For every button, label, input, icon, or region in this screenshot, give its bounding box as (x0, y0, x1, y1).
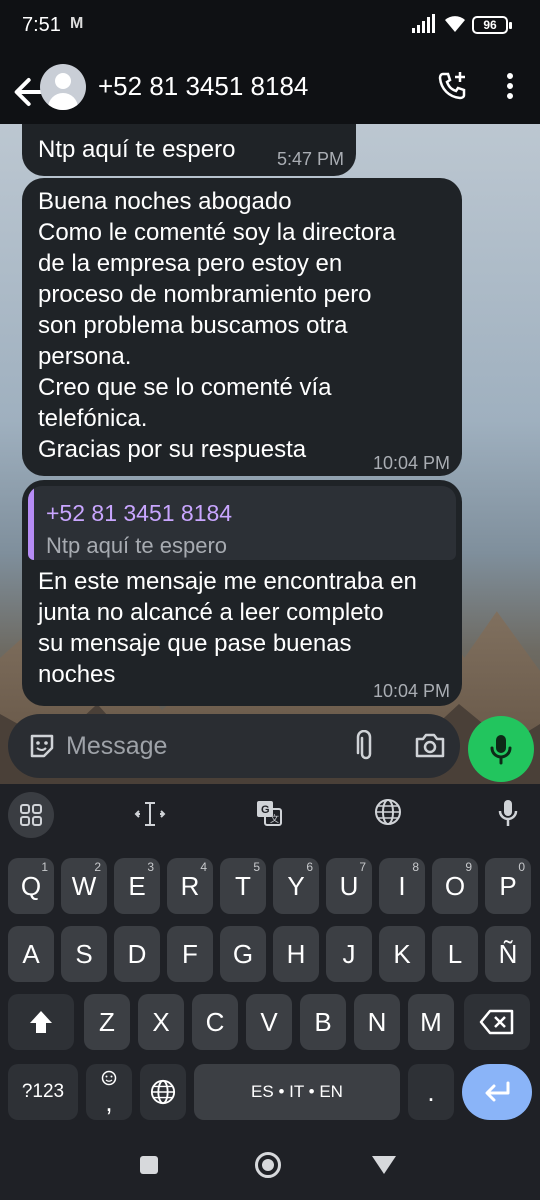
period-key[interactable]: . (408, 1064, 454, 1120)
contact-name[interactable]: +52 81 3451 8184 (98, 71, 308, 102)
message-bubble[interactable]: +52 81 3451 8184 Ntp aquí te espero En e… (22, 480, 462, 706)
microphone-icon (490, 735, 512, 765)
key-a[interactable]: A (8, 926, 54, 982)
keyboard-toolbar: G 文 (0, 784, 540, 844)
key-n[interactable]: N (354, 994, 400, 1050)
key-k[interactable]: K (379, 926, 425, 982)
key-g[interactable]: G (220, 926, 266, 982)
key-i[interactable]: I8 (379, 858, 425, 914)
backspace-icon (479, 1009, 514, 1035)
keyboard: G 文 Q1 W2 E3 R4 T5 Y6 U7 I8 O9 P0 A S D … (0, 784, 540, 1146)
voice-typing-icon[interactable] (496, 798, 520, 828)
quote-sender: +52 81 3451 8184 (46, 500, 233, 526)
key-c[interactable]: C (192, 994, 238, 1050)
quote-accent-bar (28, 486, 34, 560)
key-w[interactable]: W2 (61, 858, 107, 914)
key-u[interactable]: U7 (326, 858, 372, 914)
avatar[interactable] (40, 64, 86, 110)
signal-icon (412, 14, 435, 33)
message-bubble[interactable]: Ntp aquí te espero 5:47 PM (22, 124, 356, 176)
message-text: Ntp aquí te espero (38, 136, 236, 163)
gmail-icon: M (70, 15, 84, 32)
key-h[interactable]: H (273, 926, 319, 982)
message-text: Buena noches abogado Como le comenté soy… (38, 188, 396, 463)
key-q[interactable]: Q1 (8, 858, 54, 914)
key-v[interactable]: V (246, 994, 292, 1050)
translate-icon[interactable]: G 文 (254, 798, 284, 828)
symbols-key[interactable]: ?123 (8, 1064, 78, 1120)
key-j[interactable]: J (326, 926, 372, 982)
add-call-icon[interactable] (436, 70, 468, 102)
camera-icon[interactable] (414, 730, 446, 760)
key-o[interactable]: O9 (432, 858, 478, 914)
key-s[interactable]: S (61, 926, 107, 982)
status-time: 7:51 (22, 14, 61, 36)
conversation-header: +52 81 3451 8184 (0, 52, 540, 124)
key-e[interactable]: E3 (114, 858, 160, 914)
key-m[interactable]: M (408, 994, 454, 1050)
svg-text:G: G (261, 804, 270, 816)
attach-icon[interactable] (352, 730, 380, 762)
recents-button[interactable] (140, 1156, 158, 1174)
navigation-bar (0, 1146, 540, 1200)
key-x[interactable]: X (138, 994, 184, 1050)
shift-icon (30, 1011, 52, 1033)
text-cursor-icon[interactable] (134, 798, 166, 830)
compose-bar (8, 714, 460, 778)
quote-text: Ntp aquí te espero (46, 533, 228, 558)
message-time: 10:04 PM (372, 681, 450, 701)
sticker-emoji-icon[interactable] (28, 732, 56, 760)
apps-grid-icon (20, 804, 42, 826)
svg-text:文: 文 (270, 813, 279, 824)
chat-area[interactable]: Ntp aquí te espero 5:47 PM Buena noches … (0, 124, 540, 784)
key-n-tilde[interactable]: Ñ (485, 926, 531, 982)
apps-grid-button[interactable] (8, 792, 54, 838)
emoji-comma-key[interactable]: , (86, 1064, 132, 1120)
language-key[interactable] (140, 1064, 186, 1120)
back-button[interactable] (372, 1156, 396, 1174)
key-r[interactable]: R4 (167, 858, 213, 914)
message-input[interactable] (66, 730, 346, 762)
message-time: 5:47 PM (276, 149, 344, 169)
wifi-icon (445, 16, 465, 32)
message-time: 10:04 PM (372, 453, 450, 473)
key-y[interactable]: Y6 (273, 858, 319, 914)
globe-icon[interactable] (374, 798, 402, 826)
status-bar: 7:51 M 96 (0, 0, 540, 52)
voice-record-button[interactable] (468, 716, 534, 782)
space-bar[interactable]: ES • IT • EN (194, 1064, 400, 1120)
key-f[interactable]: F (167, 926, 213, 982)
key-t[interactable]: T5 (220, 858, 266, 914)
globe-icon (150, 1079, 176, 1105)
key-p[interactable]: P0 (485, 858, 531, 914)
key-l[interactable]: L (432, 926, 478, 982)
key-b[interactable]: B (300, 994, 346, 1050)
more-vert-icon[interactable] (498, 70, 522, 102)
shift-key[interactable] (8, 994, 74, 1050)
enter-key[interactable] (462, 1064, 532, 1120)
message-bubble[interactable]: Buena noches abogado Como le comenté soy… (22, 178, 462, 476)
backspace-key[interactable] (464, 994, 530, 1050)
key-z[interactable]: Z (84, 994, 130, 1050)
battery-icon: 96 (472, 16, 512, 34)
key-d[interactable]: D (114, 926, 160, 982)
message-text: En este mensaje me encontraba en junta n… (38, 568, 417, 688)
home-button[interactable] (255, 1152, 281, 1178)
quoted-reply[interactable]: +52 81 3451 8184 Ntp aquí te espero (28, 486, 456, 560)
enter-icon (485, 1081, 510, 1102)
